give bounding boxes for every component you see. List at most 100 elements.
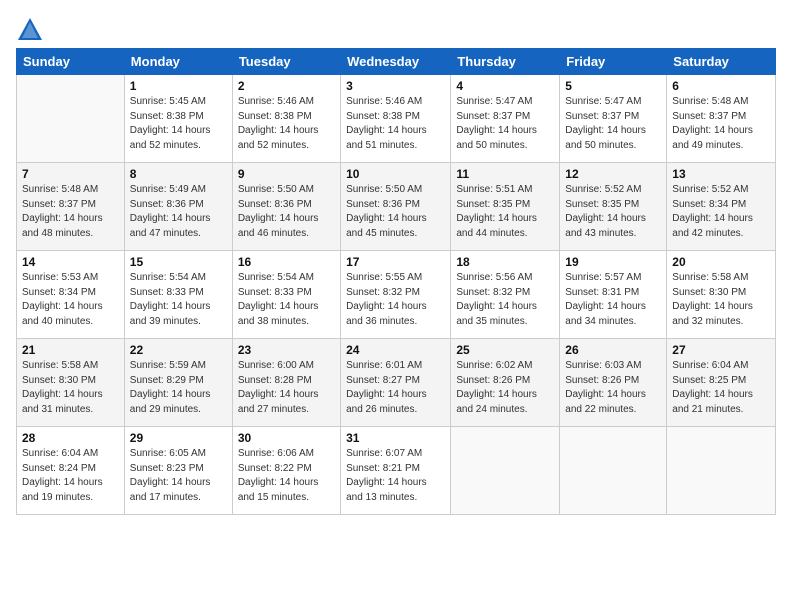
week-row-2: 7Sunrise: 5:48 AM Sunset: 8:37 PM Daylig…: [17, 163, 776, 251]
weekday-row: SundayMondayTuesdayWednesdayThursdayFrid…: [17, 49, 776, 75]
calendar-cell: 8 Sunrise: 5:49 AM Sunset: 8:36 PM Daylig…: [124, 163, 232, 251]
day-info: Sunrise: 5:54 AM Sunset: 8:33 PM Dayligh…: [238, 271, 335, 329]
day-info: Sunrise: 5:47 AM Sunset: 8:37 PM Dayligh…: [565, 95, 661, 153]
day-number: 24: [346, 343, 445, 357]
calendar-cell: 6Sunrise: 5:48 AM Sunset: 8:37 PM Daylig…: [667, 75, 776, 163]
day-number: 12: [565, 167, 661, 181]
day-info: Sunrise: 6:03 AM Sunset: 8:26 PM Dayligh…: [565, 359, 661, 417]
calendar-cell: 28 Sunrise: 6:04 AM Sunset: 8:24 PM Dayli…: [17, 427, 125, 515]
day-info: Sunrise: 6:02 AM Sunset: 8:26 PM Dayligh…: [456, 359, 554, 417]
day-number: 17: [346, 255, 445, 269]
calendar-header: SundayMondayTuesdayWednesdayThursdayFrid…: [17, 49, 776, 75]
day-info: Sunrise: 5:48 AM Sunset: 8:37 PM Dayligh…: [22, 183, 119, 241]
calendar-cell: 10 Sunrise: 5:50 AM Sunset: 8:36 PM Dayli…: [341, 163, 451, 251]
calendar-cell: 14 Sunrise: 5:53 AM Sunset: 8:34 PM Dayli…: [17, 251, 125, 339]
day-info: Sunrise: 5:47 AM Sunset: 8:37 PM Dayligh…: [456, 95, 554, 153]
day-info: Sunrise: 5:58 AM Sunset: 8:30 PM Dayligh…: [672, 271, 770, 329]
day-info: Sunrise: 5:58 AM Sunset: 8:30 PM Dayligh…: [22, 359, 119, 417]
day-number: 10: [346, 167, 445, 181]
logo-icon: [16, 16, 44, 44]
calendar-cell: 9 Sunrise: 5:50 AM Sunset: 8:36 PM Daylig…: [232, 163, 340, 251]
day-number: 15: [130, 255, 227, 269]
day-number: 4: [456, 79, 554, 93]
day-info: Sunrise: 5:59 AM Sunset: 8:29 PM Dayligh…: [130, 359, 227, 417]
day-number: 14: [22, 255, 119, 269]
day-info: Sunrise: 6:04 AM Sunset: 8:24 PM Dayligh…: [22, 447, 119, 505]
weekday-header-friday: Friday: [560, 49, 667, 75]
calendar-cell: 20 Sunrise: 5:58 AM Sunset: 8:30 PM Dayli…: [667, 251, 776, 339]
day-number: 31: [346, 431, 445, 445]
day-info: Sunrise: 6:05 AM Sunset: 8:23 PM Dayligh…: [130, 447, 227, 505]
day-info: Sunrise: 6:07 AM Sunset: 8:21 PM Dayligh…: [346, 447, 445, 505]
day-number: 28: [22, 431, 119, 445]
day-number: 23: [238, 343, 335, 357]
day-number: 6: [672, 79, 770, 93]
calendar-cell: 27Sunrise: 6:04 AM Sunset: 8:25 PM Dayli…: [667, 339, 776, 427]
calendar-cell: 15 Sunrise: 5:54 AM Sunset: 8:33 PM Dayli…: [124, 251, 232, 339]
day-number: 11: [456, 167, 554, 181]
calendar-cell: 11 Sunrise: 5:51 AM Sunset: 8:35 PM Dayli…: [451, 163, 560, 251]
calendar-cell: 21 Sunrise: 5:58 AM Sunset: 8:30 PM Dayli…: [17, 339, 125, 427]
day-number: 18: [456, 255, 554, 269]
day-info: Sunrise: 5:46 AM Sunset: 8:38 PM Dayligh…: [238, 95, 335, 153]
calendar-cell: 2 Sunrise: 5:46 AM Sunset: 8:38 PM Daylig…: [232, 75, 340, 163]
logo: [16, 16, 46, 44]
day-info: Sunrise: 5:46 AM Sunset: 8:38 PM Dayligh…: [346, 95, 445, 153]
calendar-cell: [17, 75, 125, 163]
calendar-cell: 26 Sunrise: 6:03 AM Sunset: 8:26 PM Dayli…: [560, 339, 667, 427]
day-number: 3: [346, 79, 445, 93]
day-info: Sunrise: 6:06 AM Sunset: 8:22 PM Dayligh…: [238, 447, 335, 505]
day-info: Sunrise: 6:00 AM Sunset: 8:28 PM Dayligh…: [238, 359, 335, 417]
day-number: 29: [130, 431, 227, 445]
day-info: Sunrise: 5:50 AM Sunset: 8:36 PM Dayligh…: [238, 183, 335, 241]
page: SundayMondayTuesdayWednesdayThursdayFrid…: [0, 0, 792, 523]
day-number: 8: [130, 167, 227, 181]
calendar-cell: 22 Sunrise: 5:59 AM Sunset: 8:29 PM Dayli…: [124, 339, 232, 427]
calendar-body: 1Sunrise: 5:45 AM Sunset: 8:38 PM Daylig…: [17, 75, 776, 515]
day-info: Sunrise: 5:53 AM Sunset: 8:34 PM Dayligh…: [22, 271, 119, 329]
day-number: 9: [238, 167, 335, 181]
day-number: 21: [22, 343, 119, 357]
day-info: Sunrise: 5:50 AM Sunset: 8:36 PM Dayligh…: [346, 183, 445, 241]
calendar-cell: [560, 427, 667, 515]
calendar-cell: 13 Sunrise: 5:52 AM Sunset: 8:34 PM Dayli…: [667, 163, 776, 251]
day-info: Sunrise: 5:51 AM Sunset: 8:35 PM Dayligh…: [456, 183, 554, 241]
day-info: Sunrise: 5:49 AM Sunset: 8:36 PM Dayligh…: [130, 183, 227, 241]
day-number: 16: [238, 255, 335, 269]
calendar-cell: 24Sunrise: 6:01 AM Sunset: 8:27 PM Dayli…: [341, 339, 451, 427]
calendar-cell: 3 Sunrise: 5:46 AM Sunset: 8:38 PM Daylig…: [341, 75, 451, 163]
day-number: 5: [565, 79, 661, 93]
day-info: Sunrise: 6:04 AM Sunset: 8:25 PM Dayligh…: [672, 359, 770, 417]
day-number: 25: [456, 343, 554, 357]
day-info: Sunrise: 5:45 AM Sunset: 8:38 PM Dayligh…: [130, 95, 227, 153]
day-info: Sunrise: 5:54 AM Sunset: 8:33 PM Dayligh…: [130, 271, 227, 329]
day-number: 26: [565, 343, 661, 357]
calendar-cell: 25 Sunrise: 6:02 AM Sunset: 8:26 PM Dayli…: [451, 339, 560, 427]
day-info: Sunrise: 5:52 AM Sunset: 8:34 PM Dayligh…: [672, 183, 770, 241]
day-number: 20: [672, 255, 770, 269]
weekday-header-sunday: Sunday: [17, 49, 125, 75]
calendar-cell: 18 Sunrise: 5:56 AM Sunset: 8:32 PM Dayli…: [451, 251, 560, 339]
weekday-header-saturday: Saturday: [667, 49, 776, 75]
weekday-header-monday: Monday: [124, 49, 232, 75]
calendar-cell: 30 Sunrise: 6:06 AM Sunset: 8:22 PM Dayli…: [232, 427, 340, 515]
calendar-cell: 1Sunrise: 5:45 AM Sunset: 8:38 PM Daylig…: [124, 75, 232, 163]
calendar-cell: [667, 427, 776, 515]
week-row-4: 21 Sunrise: 5:58 AM Sunset: 8:30 PM Dayli…: [17, 339, 776, 427]
day-number: 13: [672, 167, 770, 181]
calendar-cell: 12 Sunrise: 5:52 AM Sunset: 8:35 PM Dayli…: [560, 163, 667, 251]
day-number: 2: [238, 79, 335, 93]
day-info: Sunrise: 5:56 AM Sunset: 8:32 PM Dayligh…: [456, 271, 554, 329]
day-number: 30: [238, 431, 335, 445]
calendar-cell: 16 Sunrise: 5:54 AM Sunset: 8:33 PM Dayli…: [232, 251, 340, 339]
day-info: Sunrise: 5:52 AM Sunset: 8:35 PM Dayligh…: [565, 183, 661, 241]
weekday-header-thursday: Thursday: [451, 49, 560, 75]
day-number: 19: [565, 255, 661, 269]
calendar-cell: 31 Sunrise: 6:07 AM Sunset: 8:21 PM Dayli…: [341, 427, 451, 515]
calendar-cell: 29 Sunrise: 6:05 AM Sunset: 8:23 PM Dayli…: [124, 427, 232, 515]
day-number: 22: [130, 343, 227, 357]
week-row-3: 14 Sunrise: 5:53 AM Sunset: 8:34 PM Dayli…: [17, 251, 776, 339]
calendar-cell: 23 Sunrise: 6:00 AM Sunset: 8:28 PM Dayli…: [232, 339, 340, 427]
weekday-header-tuesday: Tuesday: [232, 49, 340, 75]
calendar-cell: 4 Sunrise: 5:47 AM Sunset: 8:37 PM Daylig…: [451, 75, 560, 163]
